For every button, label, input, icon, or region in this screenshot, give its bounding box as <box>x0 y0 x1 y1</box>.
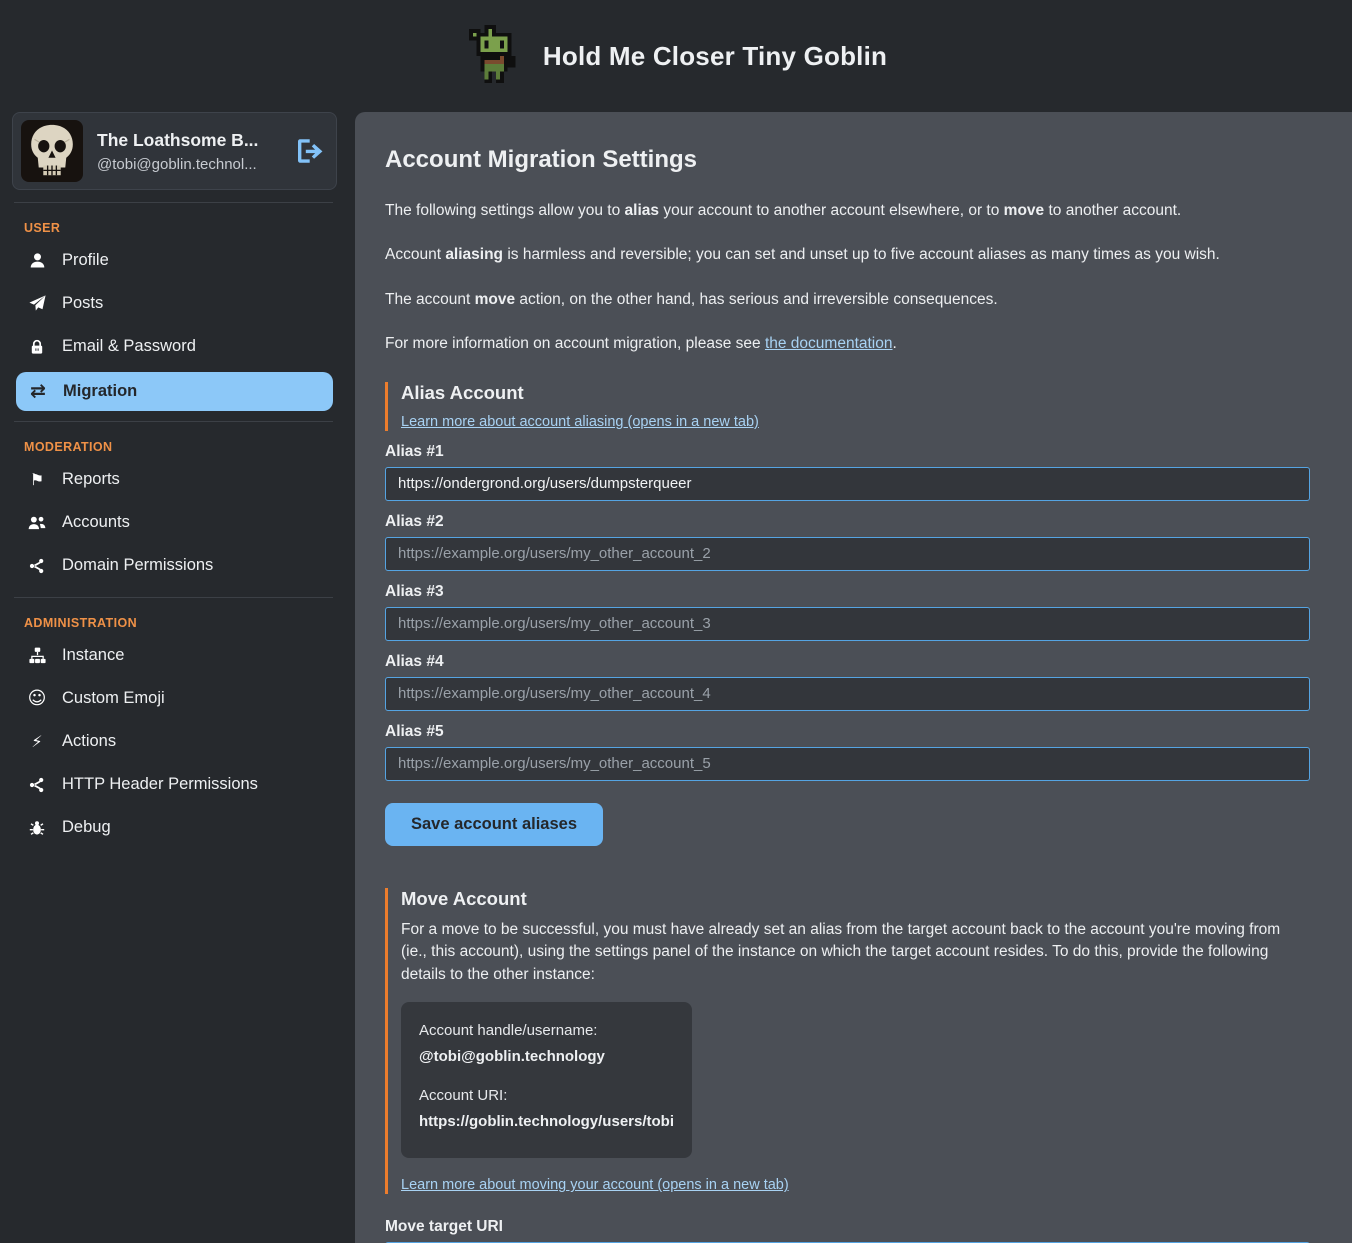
lock-icon <box>27 339 47 355</box>
sidebar-item-migration[interactable]: ⇄ Migration <box>16 372 333 411</box>
sidebar-item-label: Email & Password <box>62 337 196 356</box>
sidebar-divider <box>14 597 333 598</box>
sidebar-item-label: HTTP Header Permissions <box>62 775 258 794</box>
sidebar-item-label: Custom Emoji <box>62 689 165 708</box>
move-section-paragraph: For a move to be successful, you must ha… <box>401 919 1310 986</box>
account-handle-label: Account handle/username: <box>419 1022 674 1039</box>
sidebar-item-posts[interactable]: Posts <box>0 282 347 325</box>
flag-icon: ⚑ <box>27 472 47 488</box>
sidebar: The Loathsome B... @tobi@goblin.technol.… <box>0 112 347 1243</box>
move-learn-more-link[interactable]: Learn more about moving your account (op… <box>401 1177 789 1193</box>
alias-4-input[interactable] <box>385 677 1310 711</box>
sidebar-item-reports[interactable]: ⚑ Reports <box>0 458 347 501</box>
alias-2-input[interactable] <box>385 537 1310 571</box>
user-display-name: The Loathsome B... <box>97 130 258 151</box>
goblin-logo-icon <box>465 23 527 89</box>
share-nodes-icon <box>27 777 47 793</box>
alias-3-label: Alias #3 <box>385 583 1310 601</box>
instance-title: Hold Me Closer Tiny Goblin <box>543 41 887 72</box>
sidebar-item-profile[interactable]: Profile <box>0 239 347 282</box>
sidebar-item-accounts[interactable]: Accounts <box>0 501 347 544</box>
sidebar-item-label: Domain Permissions <box>62 556 213 575</box>
page-title: Account Migration Settings <box>385 146 1310 174</box>
share-nodes-icon <box>27 558 47 574</box>
sidebar-item-debug[interactable]: Debug <box>0 806 347 849</box>
content-panel: Account Migration Settings The following… <box>355 112 1352 1243</box>
alias-5-label: Alias #5 <box>385 723 1310 741</box>
move-section-title: Move Account <box>401 888 1310 910</box>
bug-icon <box>27 820 47 836</box>
sidebar-item-label: Debug <box>62 818 111 837</box>
user-icon <box>27 252 47 269</box>
alias-learn-more-link[interactable]: Learn more about account aliasing (opens… <box>401 414 759 430</box>
move-target-uri-label: Move target URI <box>385 1218 1310 1236</box>
move-account-section: Move Account For a move to be successful… <box>385 888 1310 1194</box>
sidebar-item-label: Migration <box>63 382 137 401</box>
sidebar-divider <box>14 421 333 422</box>
sitemap-icon <box>27 647 47 664</box>
sidebar-item-actions[interactable]: ⚡ Actions <box>0 720 347 763</box>
user-card[interactable]: The Loathsome B... @tobi@goblin.technol.… <box>12 112 337 190</box>
sidebar-divider <box>14 202 333 203</box>
alias-3-input[interactable] <box>385 607 1310 641</box>
alias-2-label: Alias #2 <box>385 513 1310 531</box>
sidebar-item-label: Accounts <box>62 513 130 532</box>
sidebar-item-custom-emoji[interactable]: ☺ Custom Emoji <box>0 677 347 720</box>
sidebar-item-instance[interactable]: Instance <box>0 634 347 677</box>
documentation-link[interactable]: the documentation <box>765 335 893 352</box>
users-icon <box>27 514 47 532</box>
account-handle-value: @tobi@goblin.technology <box>419 1048 674 1065</box>
sidebar-item-label: Posts <box>62 294 103 313</box>
move-details-box: Account handle/username: @tobi@goblin.te… <box>401 1002 692 1158</box>
alias-1-input[interactable] <box>385 467 1310 501</box>
smiley-icon: ☺ <box>27 690 47 708</box>
save-aliases-button[interactable]: Save account aliases <box>385 803 603 846</box>
sidebar-item-email-password[interactable]: Email & Password <box>0 325 347 368</box>
alias-5-input[interactable] <box>385 747 1310 781</box>
instance-brand: Hold Me Closer Tiny Goblin <box>465 23 887 89</box>
alias-form: Alias #1 Alias #2 Alias #3 Alias #4 Alia… <box>385 443 1310 846</box>
sidebar-item-label: Profile <box>62 251 109 270</box>
intro-paragraph-1: The following settings allow you to alia… <box>385 200 1310 222</box>
transfer-arrows-icon: ⇄ <box>28 382 48 401</box>
intro-paragraph-2: Account aliasing is harmless and reversi… <box>385 244 1310 266</box>
account-uri-value: https://goblin.technology/users/tobi <box>419 1113 674 1130</box>
sidebar-item-label: Reports <box>62 470 120 489</box>
account-uri-label: Account URI: <box>419 1087 674 1104</box>
logout-icon[interactable] <box>298 139 324 163</box>
sidebar-section-moderation: MODERATION <box>0 432 347 458</box>
user-handle: @tobi@goblin.technol... <box>97 156 258 173</box>
alias-1-label: Alias #1 <box>385 443 1310 461</box>
sidebar-item-label: Instance <box>62 646 124 665</box>
avatar <box>21 120 83 182</box>
sidebar-section-administration: ADMINISTRATION <box>0 608 347 634</box>
paper-plane-icon <box>27 295 47 312</box>
alias-4-label: Alias #4 <box>385 653 1310 671</box>
intro-paragraph-3: The account move action, on the other ha… <box>385 289 1310 311</box>
alias-section-header: Alias Account Learn more about account a… <box>385 382 1310 431</box>
alias-section-title: Alias Account <box>401 382 1310 404</box>
sidebar-section-user: USER <box>0 213 347 239</box>
app-header: Hold Me Closer Tiny Goblin <box>0 0 1352 112</box>
intro-paragraph-4: For more information on account migratio… <box>385 333 1310 355</box>
bolt-icon: ⚡ <box>27 734 47 750</box>
sidebar-item-domain-permissions[interactable]: Domain Permissions <box>0 544 347 587</box>
sidebar-item-http-header-permissions[interactable]: HTTP Header Permissions <box>0 763 347 806</box>
sidebar-item-label: Actions <box>62 732 116 751</box>
